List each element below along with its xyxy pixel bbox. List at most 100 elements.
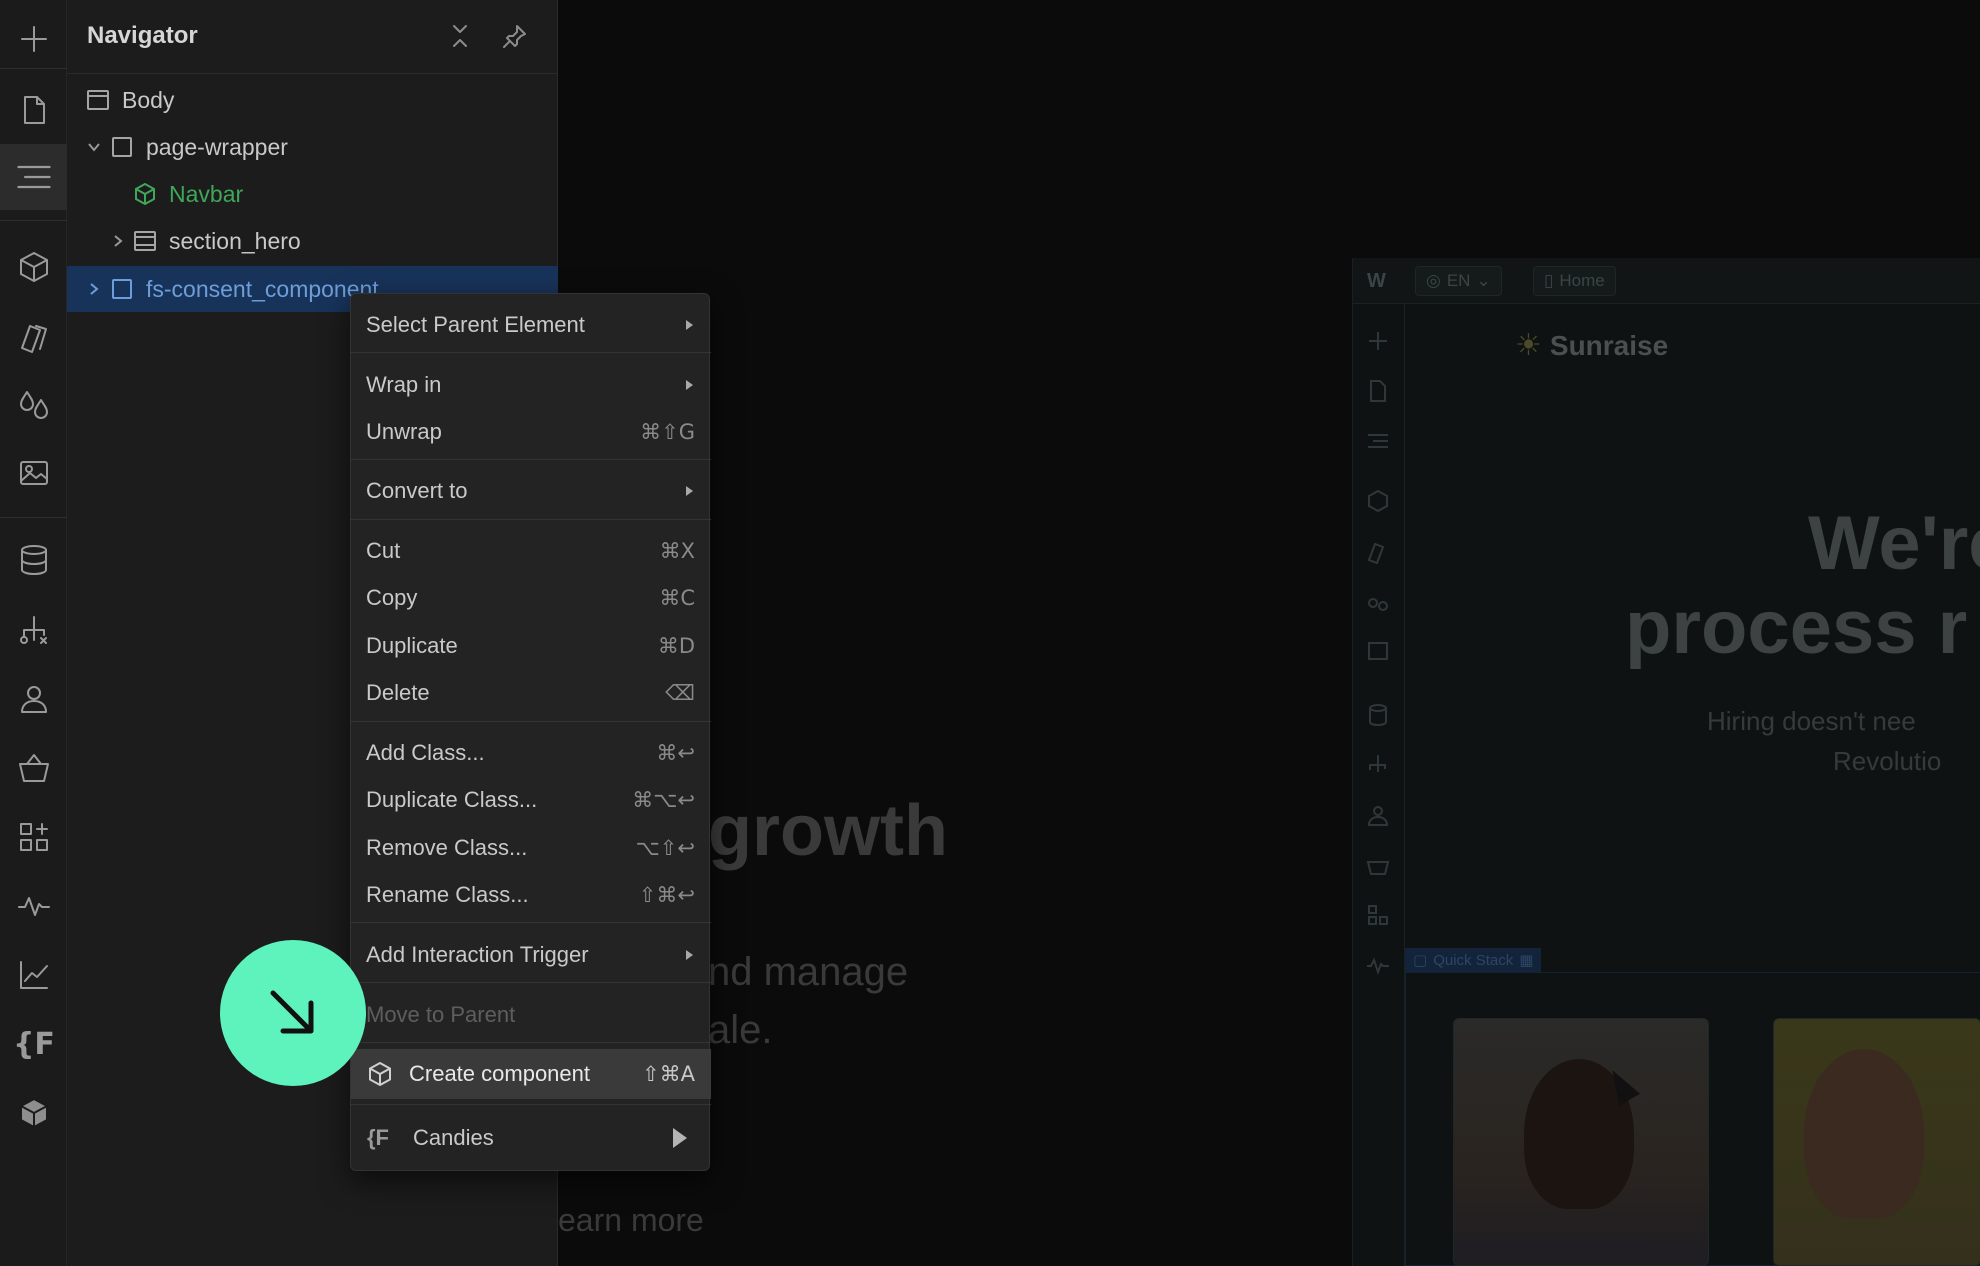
section-icon (134, 230, 156, 252)
preview-sub-line: Hiring doesn't nee (1707, 706, 1916, 736)
menu-divider (351, 352, 711, 353)
menu-item-copy[interactable]: Copy ⌘C (351, 576, 711, 620)
ecommerce-icon[interactable] (14, 748, 54, 788)
logic-icon (1365, 752, 1391, 778)
menu-item-wrap-in[interactable]: Wrap in (351, 363, 711, 407)
menu-divider (351, 459, 711, 460)
chevron-down-icon[interactable] (86, 139, 102, 155)
menu-divider (351, 1042, 711, 1043)
portrait-shape (1804, 1049, 1924, 1219)
menu-item-delete[interactable]: Delete ⌫ (351, 671, 711, 715)
tree-item-page-wrapper[interactable]: page-wrapper (67, 124, 558, 170)
menu-item-cut[interactable]: Cut ⌘X (351, 529, 711, 573)
team-photo (1453, 1018, 1709, 1266)
submenu-arrow-icon (673, 1128, 687, 1148)
menu-item-label: Duplicate Class... (366, 787, 538, 812)
context-menu: Select Parent Element Wrap in Unwrap ⌘⇧G … (350, 293, 711, 1171)
brand-logo: ☀ Sunraise (1515, 328, 1668, 363)
menu-item-select-parent[interactable]: Select Parent Element (351, 303, 711, 347)
finsweet-icon: {F (367, 1125, 389, 1150)
components-icon (1365, 488, 1391, 514)
menu-item-duplicate-class[interactable]: Duplicate Class... ⌘⌥↩ (351, 778, 711, 822)
component-icon (134, 182, 156, 206)
preview-rail (1353, 304, 1405, 1266)
users-icon[interactable] (14, 679, 54, 719)
locale-selector[interactable]: ◎ EN ⌄ (1415, 266, 1502, 296)
menu-item-label: Copy (366, 585, 418, 610)
menu-item-rename-class[interactable]: Rename Class... ⇧⌘↩ (351, 873, 711, 917)
menu-item-add-interaction-trigger[interactable]: Add Interaction Trigger (351, 933, 711, 977)
activity-icon[interactable] (14, 886, 54, 926)
tree-item-navbar[interactable]: Navbar (67, 171, 558, 217)
body-icon (87, 89, 109, 111)
div-block-icon (111, 278, 133, 300)
tree-item-label: Navbar (169, 180, 244, 207)
menu-item-label: Select Parent Element (366, 312, 585, 337)
logic-icon[interactable] (14, 610, 54, 650)
shortcut-label: ⌘C (659, 586, 695, 610)
menu-item-label: Add Class... (366, 740, 485, 765)
preview-window: W ◎EN⌄ ▯Home ☀ Sunraise We're process r … (1352, 258, 1980, 1266)
users-icon (1365, 802, 1391, 828)
package-icon[interactable] (14, 1093, 54, 1133)
learn-more-link[interactable]: earn more (558, 1202, 704, 1239)
navigator-title: Navigator (87, 22, 198, 49)
variables-icon[interactable] (14, 384, 54, 424)
menu-item-label: Duplicate (366, 633, 458, 658)
navigator-icon[interactable] (0, 144, 67, 210)
assets-icon[interactable] (14, 453, 54, 493)
pin-icon[interactable] (501, 22, 529, 50)
locale-label: EN (1446, 271, 1471, 290)
cms-icon[interactable] (14, 540, 54, 580)
page-selector[interactable]: ▯ Home (1533, 266, 1616, 296)
preview-sub-line: Revolutio (1833, 746, 1942, 776)
sun-icon: ☀ (1515, 329, 1542, 362)
shortcut-label: ⌘⇧G (640, 420, 695, 444)
menu-item-candies[interactable]: {F Candies (351, 1113, 711, 1163)
page-icon[interactable] (14, 90, 54, 130)
shortcut-label: ⌘X (659, 539, 695, 563)
hero-sub-fragment: nd manage (708, 950, 909, 994)
menu-item-convert-to[interactable]: Convert to (351, 469, 711, 513)
navigator-header: Navigator (67, 0, 558, 74)
finsweet-icon[interactable]: {F (13, 1024, 55, 1064)
menu-item-label: Unwrap (366, 419, 442, 444)
menu-divider (351, 922, 711, 923)
add-icon[interactable] (14, 19, 54, 59)
menu-divider (351, 721, 711, 722)
submenu-arrow-icon (686, 486, 693, 496)
collapse-all-icon[interactable] (446, 22, 474, 50)
team-photo (1773, 1018, 1980, 1266)
div-block-icon (111, 136, 133, 158)
shortcut-label: ⌘D (657, 634, 695, 658)
shortcut-label: ⌥⇧↩ (635, 836, 695, 860)
menu-item-unwrap[interactable]: Unwrap ⌘⇧G (351, 410, 711, 454)
design-canvas[interactable]: growth nd manage ale. earn more W ◎ EN ⌄ ▯… (558, 0, 1980, 1266)
submenu-arrow-icon (686, 380, 693, 390)
chevron-down-icon: ⌄ (1476, 271, 1491, 290)
component-icon (367, 1061, 393, 1087)
tree-item-label: Body (122, 86, 175, 113)
apps-icon[interactable] (14, 817, 54, 857)
tree-item-body[interactable]: Body (67, 77, 558, 123)
styles-icon[interactable] (14, 316, 54, 356)
menu-item-label: Candies (413, 1125, 494, 1150)
analytics-icon[interactable] (14, 955, 54, 995)
menu-item-label: Wrap in (366, 372, 442, 397)
menu-item-duplicate[interactable]: Duplicate ⌘D (351, 624, 711, 668)
styles-icon (1365, 538, 1391, 565)
quick-stack-label[interactable]: ▢ Quick Stack ▦ (1405, 948, 1542, 972)
chevron-right-icon[interactable] (110, 233, 126, 249)
menu-item-create-component[interactable]: Create component ⇧⌘A (351, 1049, 711, 1099)
tree-item-section-hero[interactable]: section_hero (67, 218, 558, 264)
element-icon: ▢ (1413, 952, 1428, 969)
menu-item-label: Move to Parent (366, 1002, 516, 1027)
shortcut-label: ⇧⌘A (642, 1062, 695, 1086)
menu-item-remove-class[interactable]: Remove Class... ⌥⇧↩ (351, 826, 711, 870)
assets-icon (1365, 638, 1391, 664)
chevron-right-icon[interactable] (86, 281, 102, 297)
menu-item-add-class[interactable]: Add Class... ⌘↩ (351, 731, 711, 775)
components-icon[interactable] (14, 247, 54, 287)
hero-sub-fragment: ale. (708, 1008, 773, 1052)
apps-icon (1365, 902, 1391, 928)
